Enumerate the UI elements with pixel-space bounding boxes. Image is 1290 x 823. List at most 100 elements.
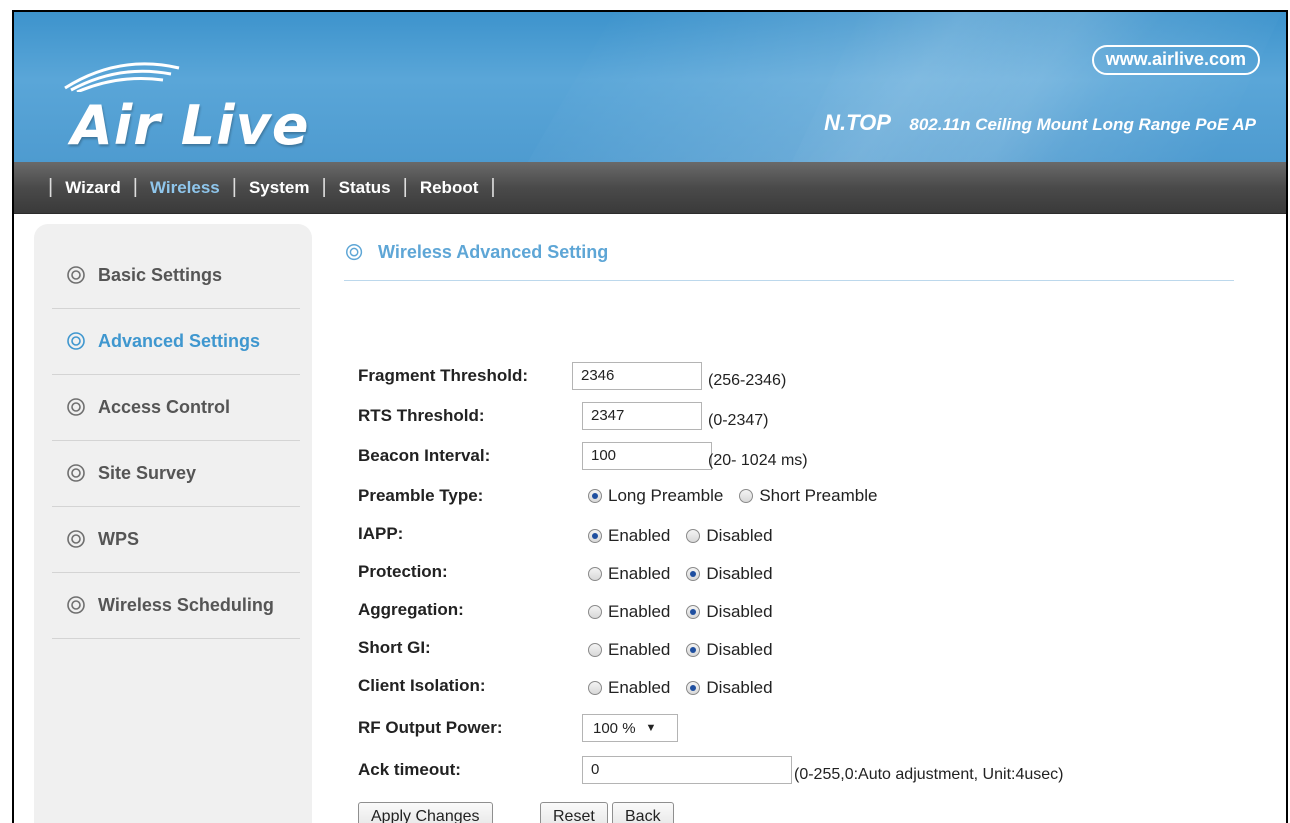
radio-label: Disabled (706, 640, 773, 659)
radio-label: Short Preamble (759, 486, 878, 505)
preamble-short-radio[interactable] (739, 489, 754, 503)
radio-label: Disabled (706, 602, 773, 621)
short-gi-enabled-radio[interactable] (588, 643, 602, 657)
banner-decoration (787, 12, 1286, 162)
page-title: Wireless Advanced Setting (344, 242, 1234, 281)
aggregation-row: Aggregation: Enabled Disabled (358, 596, 1058, 628)
bullet-circle-icon (67, 596, 85, 614)
nav-reboot[interactable]: Reboot (420, 178, 479, 198)
sidebar-item-access-control[interactable]: Access Control (52, 374, 300, 441)
protection-disabled-radio[interactable] (686, 567, 701, 581)
iapp-row: IAPP: Enabled Disabled (358, 520, 1058, 552)
sidebar: Basic Settings Advanced Settings Access … (34, 224, 312, 823)
aggregation-enabled-radio[interactable] (588, 605, 602, 619)
preamble-type-radio-group: Long Preamble Short Preamble (588, 486, 893, 506)
radio-label: Long Preamble (608, 486, 724, 505)
beacon-interval-input[interactable]: 100 (582, 442, 712, 470)
bullet-circle-icon (67, 332, 85, 350)
bullet-circle-icon (67, 266, 85, 284)
radio-label: Enabled (608, 678, 671, 697)
ack-timeout-input[interactable]: 0 (582, 756, 792, 784)
nav-separator: | (402, 176, 408, 198)
ack-timeout-label: Ack timeout: (358, 760, 461, 779)
product-model: N.TOP (824, 110, 891, 135)
sidebar-item-advanced-settings[interactable]: Advanced Settings (52, 308, 300, 375)
client-isolation-row: Client Isolation: Enabled Disabled (358, 672, 1058, 704)
preamble-long-option[interactable]: Long Preamble (588, 486, 723, 506)
radio-label: Enabled (608, 640, 671, 659)
short-gi-disabled-option[interactable]: Disabled (686, 640, 773, 660)
iapp-disabled-option[interactable]: Disabled (686, 526, 773, 546)
preamble-long-radio[interactable] (588, 489, 602, 503)
protection-enabled-option[interactable]: Enabled (588, 564, 670, 584)
rts-threshold-row: RTS Threshold: 2347 (0-2347) (358, 402, 1058, 434)
beacon-interval-hint: (20- 1024 ms) (708, 452, 808, 469)
client-isolation-disabled-option[interactable]: Disabled (686, 678, 773, 698)
radio-label: Disabled (706, 678, 773, 697)
nav-separator: | (321, 176, 327, 198)
short-gi-row: Short GI: Enabled Disabled (358, 634, 1058, 666)
rts-threshold-input[interactable]: 2347 (582, 402, 702, 430)
sidebar-item-label: Wireless Scheduling (98, 594, 274, 615)
radio-label: Enabled (608, 602, 671, 621)
sidebar-item-site-survey[interactable]: Site Survey (52, 440, 300, 507)
iapp-enabled-radio[interactable] (588, 529, 602, 543)
rts-threshold-hint: (0-2347) (708, 412, 769, 429)
iapp-enabled-option[interactable]: Enabled (588, 526, 670, 546)
sidebar-item-label: WPS (98, 528, 140, 549)
radio-label: Disabled (706, 526, 773, 545)
airlive-logo: Air Live (59, 52, 359, 157)
protection-enabled-radio[interactable] (588, 567, 602, 581)
beacon-interval-label: Beacon Interval: (358, 446, 491, 465)
client-isolation-disabled-radio[interactable] (686, 681, 701, 695)
bullet-circle-icon (67, 398, 85, 416)
apply-changes-button[interactable]: Apply Changes (358, 802, 493, 823)
bullet-circle-icon (67, 464, 85, 482)
client-isolation-enabled-option[interactable]: Enabled (588, 678, 670, 698)
bullet-circle-icon (67, 530, 85, 548)
ack-timeout-row: Ack timeout: 0 (0-255,0:Auto adjustment,… (358, 756, 1258, 788)
header-banner: Air Live www.airlive.com N.TOP 802.11n C… (14, 12, 1286, 162)
nav-status[interactable]: Status (339, 178, 391, 198)
product-title: N.TOP 802.11n Ceiling Mount Long Range P… (824, 110, 1256, 136)
preamble-type-label: Preamble Type: (358, 486, 484, 505)
protection-disabled-option[interactable]: Disabled (686, 564, 773, 584)
page-title-text: Wireless Advanced Setting (378, 242, 609, 262)
nav-system[interactable]: System (249, 178, 309, 198)
short-gi-enabled-option[interactable]: Enabled (588, 640, 670, 660)
aggregation-disabled-radio[interactable] (686, 605, 701, 619)
logo-text: Air Live (71, 94, 310, 157)
iapp-radio-group: Enabled Disabled (588, 526, 789, 546)
aggregation-enabled-option[interactable]: Enabled (588, 602, 670, 622)
wireless-arcs-icon (64, 62, 180, 92)
sidebar-item-basic-settings[interactable]: Basic Settings (52, 242, 300, 309)
sidebar-item-wps[interactable]: WPS (52, 506, 300, 573)
short-gi-disabled-radio[interactable] (686, 643, 701, 657)
website-link[interactable]: www.airlive.com (1091, 45, 1260, 75)
rf-output-power-select[interactable]: 100 % ▼ (582, 714, 678, 742)
client-isolation-radio-group: Enabled Disabled (588, 678, 789, 698)
radio-label: Disabled (706, 564, 773, 583)
protection-label: Protection: (358, 562, 448, 581)
sidebar-item-label: Site Survey (98, 462, 197, 483)
nav-separator: | (231, 176, 237, 198)
fragment-threshold-input[interactable]: 2346 (572, 362, 702, 390)
fragment-threshold-row: Fragment Threshold: 2346 (256-2346) (358, 362, 1058, 394)
nav-separator: | (132, 176, 138, 198)
preamble-short-option[interactable]: Short Preamble (739, 486, 877, 506)
sidebar-item-wireless-scheduling[interactable]: Wireless Scheduling (52, 572, 300, 639)
bullet-circle-icon (346, 244, 363, 261)
iapp-disabled-radio[interactable] (686, 529, 701, 543)
rf-output-power-row: RF Output Power: 100 % ▼ (358, 714, 1058, 746)
reset-button[interactable]: Reset (540, 802, 608, 823)
short-gi-label: Short GI: (358, 638, 431, 657)
ack-timeout-hint: (0-255,0:Auto adjustment, Unit:4usec) (794, 766, 1064, 783)
client-isolation-enabled-radio[interactable] (588, 681, 602, 695)
back-button[interactable]: Back (612, 802, 674, 823)
nav-wireless[interactable]: Wireless (150, 178, 220, 198)
protection-row: Protection: Enabled Disabled (358, 558, 1058, 590)
nav-wizard[interactable]: Wizard (65, 178, 121, 198)
fragment-threshold-label: Fragment Threshold: (358, 366, 529, 385)
beacon-interval-row: Beacon Interval: 100 (20- 1024 ms) (358, 442, 1058, 474)
aggregation-disabled-option[interactable]: Disabled (686, 602, 773, 622)
